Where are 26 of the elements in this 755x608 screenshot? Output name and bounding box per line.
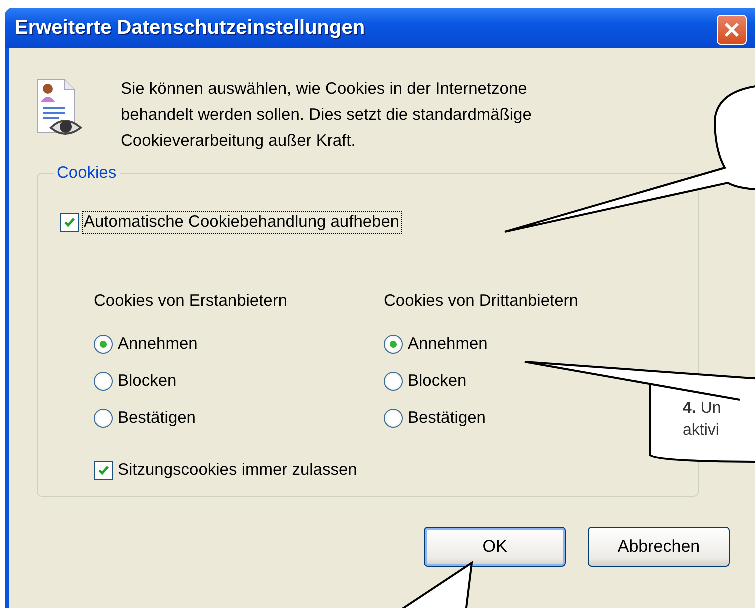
close-icon xyxy=(723,21,741,39)
radio-label: Bestätigen xyxy=(118,409,196,428)
dialog-button[interactable]: OK xyxy=(424,527,566,567)
dialog-button[interactable]: Abbrechen xyxy=(588,527,730,567)
callout-text: 4. Un aktivi xyxy=(683,399,722,441)
radio-label: Blocken xyxy=(118,372,177,391)
intro-text: Sie können auswählen, wie Cookies in der Internetzone behandelt werden sollen. Dies setzt die standardmäßige Cookieverarbeitung außer Kraft. xyxy=(121,79,533,152)
radio-button[interactable] xyxy=(94,335,113,354)
radio-label: Annehmen xyxy=(408,335,488,354)
checkbox-label: Sitzungscookies immer zulassen xyxy=(118,461,358,480)
column-heading: Cookies von Drittanbietern xyxy=(384,292,580,311)
radio-button[interactable] xyxy=(384,335,403,354)
column-heading: Cookies von Erstanbietern xyxy=(94,292,289,311)
radio-button[interactable] xyxy=(384,372,403,391)
radio-label: Blocken xyxy=(408,372,467,391)
radio-button[interactable] xyxy=(94,409,113,428)
checkbox[interactable] xyxy=(94,461,113,480)
radio-button[interactable] xyxy=(94,372,113,391)
group-title: Cookies xyxy=(56,164,118,183)
radio-label: Annehmen xyxy=(118,335,198,354)
radio-label: Bestätigen xyxy=(408,409,486,428)
window-title: Erweiterte Datenschutzeinstellungen xyxy=(15,16,366,40)
close-button[interactable] xyxy=(717,15,747,45)
radio-button[interactable] xyxy=(384,409,403,428)
checkbox-label: Automatische Cookiebehandlung aufheben xyxy=(84,213,400,232)
checkbox[interactable] xyxy=(60,213,79,232)
